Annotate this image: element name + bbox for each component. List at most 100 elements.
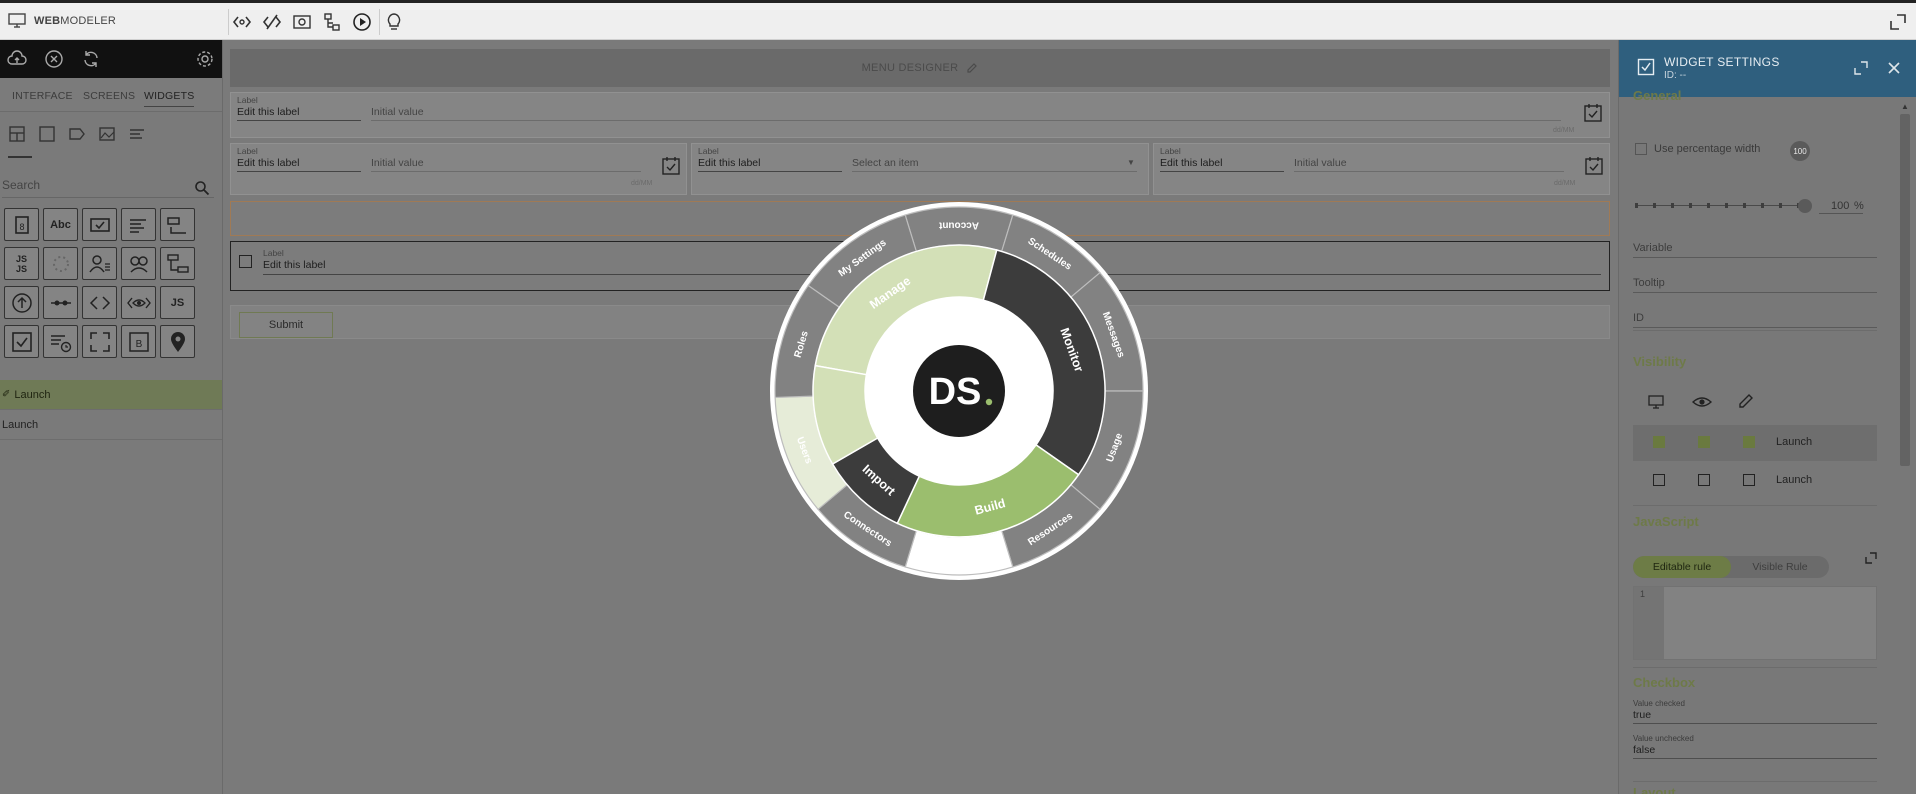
tag-category-icon[interactable] — [68, 125, 86, 143]
date-field-1[interactable]: Label Edit this label Initial value dd/M… — [230, 143, 687, 195]
tab-interface[interactable]: INTERFACE — [12, 90, 73, 102]
submit-button[interactable]: Submit — [239, 312, 333, 338]
menu-designer-bar[interactable]: MENU DESIGNER — [230, 49, 1610, 87]
monitor-icon — [8, 13, 26, 28]
checkbox-input[interactable] — [239, 255, 252, 268]
chevron-down-icon[interactable]: ▼ — [1127, 158, 1135, 167]
close-icon[interactable] — [1887, 61, 1901, 75]
fullscreen-icon[interactable] — [1886, 10, 1910, 34]
width-slider[interactable] — [1635, 199, 1812, 213]
tab-visible-rule[interactable]: Visible Rule — [1731, 556, 1829, 578]
layout-section-title: Layout — [1633, 785, 1676, 794]
image-widget-icon[interactable]: B — [121, 325, 156, 358]
field-value-input[interactable]: Initial value — [371, 106, 1561, 121]
date-field-wide[interactable]: Label Edit this label Initial value dd/M… — [231, 93, 1611, 139]
hierarchy-icon[interactable] — [320, 10, 344, 34]
visibility-desktop-checkbox[interactable] — [1653, 474, 1665, 486]
tab-editable-rule[interactable]: Editable rule — [1633, 556, 1731, 578]
value-unchecked-field[interactable]: Value unchecked false — [1633, 734, 1877, 764]
use-percentage-label: Use percentage width — [1654, 143, 1761, 155]
screens-list: ✐ Launch Launch — [0, 380, 223, 440]
variable-input[interactable]: Variable — [1633, 236, 1877, 258]
select-field[interactable]: Label Edit this label Select an item ▼ — [691, 143, 1149, 195]
code-widget-icon[interactable] — [82, 286, 117, 319]
code-toggle-icon[interactable] — [230, 10, 254, 34]
visibility-edit-checkbox[interactable] — [1743, 474, 1755, 486]
value-unchecked-input[interactable]: false — [1633, 744, 1877, 759]
pencil-icon[interactable] — [966, 62, 978, 74]
eye-icon[interactable] — [1692, 393, 1712, 411]
list-widget-icon[interactable] — [121, 208, 156, 241]
visibility-edit-checkbox[interactable] — [1743, 436, 1755, 448]
field-value-input[interactable]: Initial value — [371, 157, 641, 172]
tab-widgets[interactable]: WIDGETS — [144, 90, 195, 107]
map-pin-widget-icon[interactable] — [160, 325, 195, 358]
desktop-visibility-icon[interactable] — [1647, 393, 1665, 411]
eye-widget-icon[interactable] — [121, 286, 156, 319]
text-category-icon[interactable] — [128, 125, 146, 143]
menu-designer-label: MENU DESIGNER — [861, 62, 959, 74]
scroll-thumb[interactable] — [1900, 114, 1910, 466]
refresh-icon[interactable] — [81, 49, 101, 69]
screen-item-launch-active[interactable]: ✐ Launch — [0, 380, 223, 410]
preview-icon[interactable] — [290, 10, 314, 34]
expand-icon[interactable] — [1853, 60, 1869, 76]
screen-item-launch[interactable]: Launch — [0, 410, 223, 440]
widget-search-input[interactable] — [2, 172, 214, 198]
dropdown-widget-icon[interactable] — [160, 208, 195, 241]
javascript-section-title: JavaScript — [1633, 514, 1699, 529]
calendar-check-icon[interactable] — [1584, 156, 1604, 176]
js-code-widget-icon[interactable]: JS — [160, 286, 195, 319]
upload-widget-icon[interactable] — [4, 286, 39, 319]
width-value-field[interactable]: 100 % — [1819, 196, 1864, 214]
settings-icon[interactable] — [195, 49, 215, 69]
close-circle-icon[interactable] — [44, 49, 64, 69]
visibility-desktop-checkbox[interactable] — [1653, 436, 1665, 448]
value-checked-input[interactable]: true — [1633, 709, 1877, 724]
lightbulb-icon[interactable] — [382, 10, 406, 34]
user-widget-icon[interactable] — [82, 247, 117, 280]
container-category-icon[interactable] — [38, 125, 56, 143]
check-widget-icon[interactable] — [4, 325, 39, 358]
tree-widget-icon[interactable] — [160, 247, 195, 280]
pencil-edit-icon[interactable] — [1737, 392, 1755, 410]
field-label-input[interactable]: Edit this label — [237, 157, 361, 172]
select-input[interactable]: Select an item — [852, 157, 1137, 172]
hide-code-icon[interactable] — [260, 10, 284, 34]
expand-editor-icon[interactable] — [1864, 551, 1878, 565]
calendar-check-icon[interactable] — [661, 156, 681, 176]
expand-widget-icon[interactable] — [82, 325, 117, 358]
layout-category-icon[interactable] — [8, 125, 26, 143]
settings-scrollbar[interactable]: ▲ — [1897, 100, 1913, 794]
text-widget-icon[interactable]: Abc — [43, 208, 78, 241]
scroll-up-icon[interactable]: ▲ — [1901, 102, 1909, 111]
slider-widget-icon[interactable] — [43, 286, 78, 319]
use-percentage-checkbox[interactable] — [1635, 143, 1647, 155]
slider-thumb[interactable] — [1798, 199, 1812, 213]
visibility-view-checkbox[interactable] — [1698, 474, 1710, 486]
tooltip-input[interactable]: Tooltip — [1633, 271, 1877, 293]
field-caption: Label — [698, 146, 719, 156]
value-checked-field[interactable]: Value checked true — [1633, 699, 1877, 729]
widget-id-label: ID: -- — [1664, 70, 1687, 81]
users-widget-icon[interactable] — [121, 247, 156, 280]
calendar-check-icon[interactable] — [1583, 103, 1603, 123]
image-category-icon[interactable] — [98, 125, 116, 143]
cloud-upload-icon[interactable] — [7, 49, 27, 69]
tab-screens[interactable]: SCREENS — [83, 90, 135, 102]
schedule-list-widget-icon[interactable] — [43, 325, 78, 358]
checkbox-widget-icon[interactable] — [82, 208, 117, 241]
loader-widget-icon[interactable] — [43, 247, 78, 280]
field-value-input[interactable]: Initial value — [1294, 157, 1564, 172]
id-input[interactable]: ID — [1633, 306, 1877, 328]
calendar-widget-icon[interactable]: 8 — [4, 208, 39, 241]
javascript-widget-icon[interactable]: JS JS — [4, 247, 39, 280]
field-label-input[interactable]: Edit this label — [1160, 157, 1284, 172]
play-icon[interactable] — [350, 10, 374, 34]
field-label-input[interactable]: Edit this label — [698, 157, 842, 172]
visibility-view-checkbox[interactable] — [1698, 436, 1710, 448]
date-field-2[interactable]: Label Edit this label Initial value dd/M… — [1153, 143, 1610, 195]
code-editor[interactable]: 1 — [1633, 586, 1877, 660]
search-icon[interactable] — [194, 180, 210, 196]
field-label-input[interactable]: Edit this label — [237, 106, 361, 121]
